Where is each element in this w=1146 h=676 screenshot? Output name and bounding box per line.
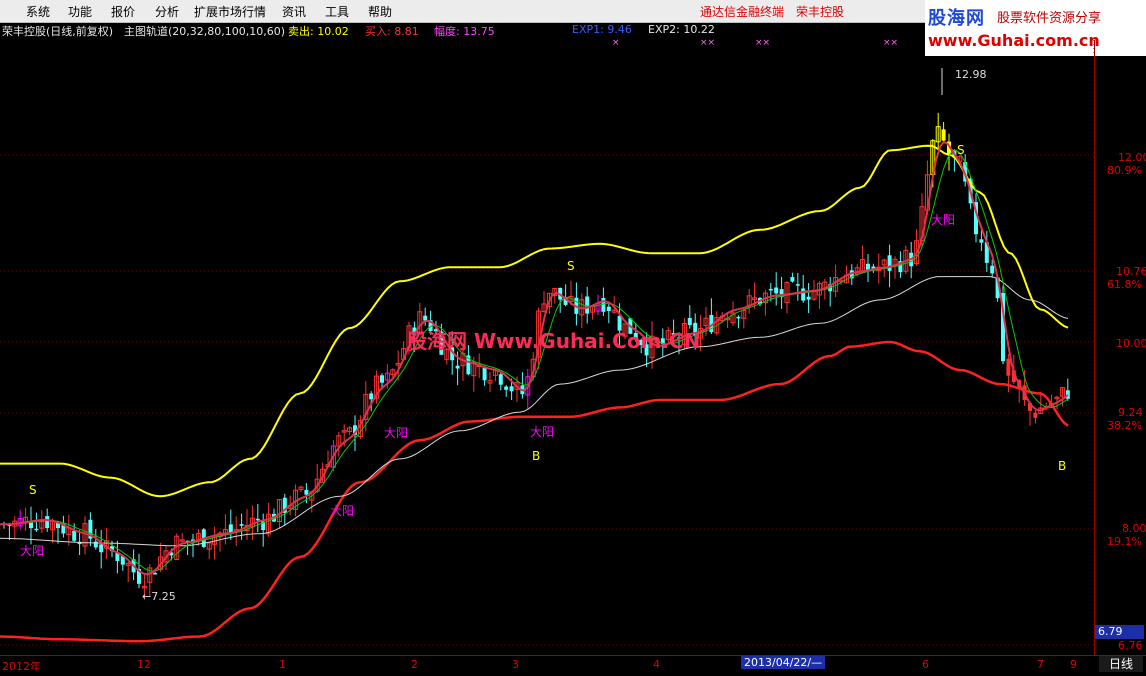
high-price-label: 12.98 xyxy=(955,68,987,81)
candle-body-8 xyxy=(45,516,50,528)
time-axis xyxy=(0,655,1146,676)
time-label-jan: 1 xyxy=(279,658,286,671)
candle-body-191 xyxy=(1033,412,1038,418)
buy-signal-0: B xyxy=(532,449,540,463)
candle-body-18 xyxy=(99,544,104,553)
watermark-text: 股海网 Www.Guhai.Com.CN xyxy=(407,329,701,353)
candle-body-84 xyxy=(455,365,460,369)
big-yang-label-4: 大阳 xyxy=(931,213,955,227)
candle-body-28 xyxy=(153,573,158,575)
candle-body-70 xyxy=(380,375,384,383)
price-label-676: 6.76 xyxy=(1118,639,1143,652)
price-label-924: 9.24 xyxy=(1118,406,1143,419)
price-label-10: 10.00 xyxy=(1116,337,1146,350)
candle-body-148 xyxy=(801,288,806,301)
candle-body-13 xyxy=(72,530,77,541)
candle-body-147 xyxy=(795,284,800,286)
candle-body-174 xyxy=(941,129,946,141)
upper-band-line xyxy=(0,144,1069,498)
candle-body-146 xyxy=(790,277,795,282)
fib-label-618: 61.8% xyxy=(1107,278,1142,291)
big-yang-label-0: 大阳 xyxy=(20,544,44,558)
price-label-8: 8.00 xyxy=(1122,522,1146,535)
candle-body-136 xyxy=(736,316,741,319)
fib-label-809: 80.9% xyxy=(1107,164,1142,177)
sell-signal-2: S xyxy=(957,143,965,157)
candle-body-5 xyxy=(29,522,33,529)
candle-body-56 xyxy=(304,489,309,495)
fib-label-191: 19.1% xyxy=(1107,535,1142,548)
candle-body-142 xyxy=(768,288,773,291)
current-price-tag: 6.79 xyxy=(1095,625,1144,639)
big-yang-label-2: 大阳 xyxy=(384,426,408,440)
candle-body-93 xyxy=(504,386,509,390)
sell-signal-0: S xyxy=(29,483,37,497)
cross-marker-1: ×× xyxy=(700,38,715,48)
candle-body-149 xyxy=(806,296,811,300)
timeframe-button[interactable]: 日线 xyxy=(1099,656,1143,672)
price-label-12: 12.00 xyxy=(1118,151,1146,164)
price-label-1076: 10.76 xyxy=(1116,265,1146,278)
candle-body-181 xyxy=(979,239,984,243)
candle-body-186 xyxy=(1006,358,1011,376)
trend-ma-line xyxy=(0,140,1069,576)
time-label-jun: 6 xyxy=(922,658,929,671)
big-yang-label-3: 大阳 xyxy=(530,425,554,439)
candle-body-164 xyxy=(887,255,892,271)
candle-body-44 xyxy=(239,524,244,526)
candle-body-47 xyxy=(255,518,260,521)
time-label-apr: 4 xyxy=(653,658,660,671)
time-label-dec: 12 xyxy=(137,658,151,671)
candle-body-183 xyxy=(990,265,995,274)
fast-ma-line xyxy=(0,149,1069,572)
candle-body-143 xyxy=(774,287,779,294)
candle-body-78 xyxy=(423,315,428,321)
cross-marker-0: × xyxy=(612,38,620,48)
buy-signal-1: B xyxy=(1058,459,1066,473)
cross-marker-3: ×× xyxy=(883,38,898,48)
big-yang-label-1: 大阳 xyxy=(330,504,354,518)
time-label-year: 2012年 xyxy=(2,660,41,673)
candle-body-92 xyxy=(498,374,503,385)
candle-body-89 xyxy=(482,367,487,381)
selected-date-cursor[interactable]: 2013/04/22/— xyxy=(741,656,826,669)
time-label-mar: 3 xyxy=(512,658,519,671)
candle-body-108 xyxy=(585,296,590,314)
candle-body-197 xyxy=(1065,390,1070,399)
time-label-sep: 9 xyxy=(1070,658,1077,671)
candle-body-6 xyxy=(34,528,39,531)
time-label-jul: 7 xyxy=(1037,658,1044,671)
fib-label-382: 38.2% xyxy=(1107,419,1142,432)
candle-body-112 xyxy=(606,306,611,311)
mid-ma-line xyxy=(0,276,1069,547)
low-price-label: ←7.25 xyxy=(142,590,176,603)
candle-body-68 xyxy=(369,393,374,400)
cross-marker-2: ×× xyxy=(755,38,770,48)
candle-body-94 xyxy=(509,386,514,392)
sell-signal-1: S xyxy=(567,259,575,273)
time-label-feb: 2 xyxy=(411,658,418,671)
